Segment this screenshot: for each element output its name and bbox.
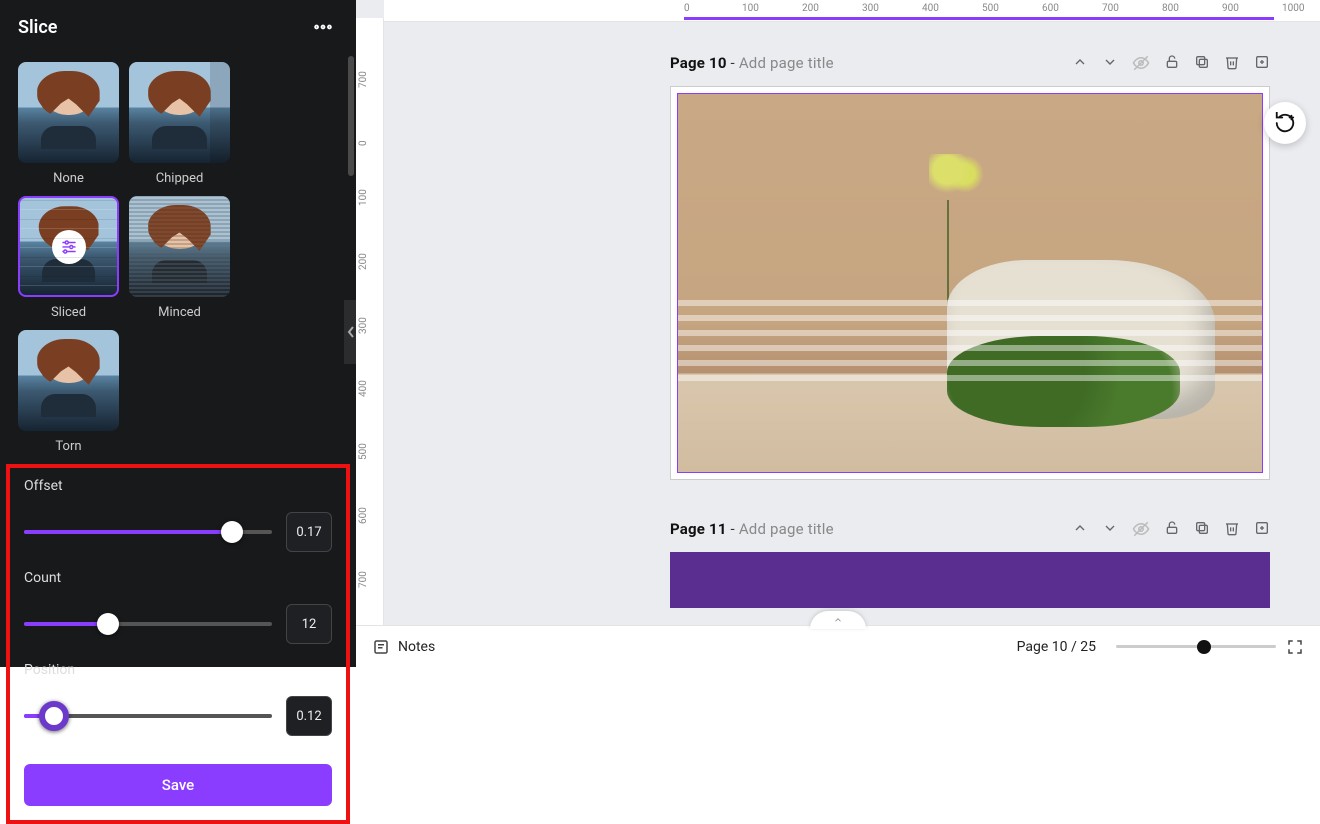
position-slider[interactable] bbox=[24, 714, 272, 718]
offset-value[interactable]: 0.17 bbox=[286, 512, 332, 552]
option-sliced[interactable]: Sliced bbox=[18, 196, 119, 320]
slider-controls: Offset 0.17 Count 12 Position bbox=[6, 464, 350, 824]
ruler-tick: 600 bbox=[358, 507, 369, 524]
canvas-area: 700 0 100 200 300 400 500 600 700 0 100 … bbox=[356, 0, 1320, 667]
option-label: Minced bbox=[158, 305, 201, 320]
zoom-control bbox=[1116, 638, 1304, 656]
lock-icon[interactable] bbox=[1164, 54, 1180, 72]
visibility-icon[interactable] bbox=[1132, 520, 1150, 538]
page-actions bbox=[1072, 54, 1270, 72]
position-control: Position 0.12 bbox=[24, 662, 332, 736]
notes-label: Notes bbox=[398, 639, 435, 655]
position-label: Position bbox=[24, 662, 332, 678]
move-down-icon[interactable] bbox=[1102, 520, 1118, 538]
ruler-tick: 1000 bbox=[1282, 3, 1304, 14]
lock-icon[interactable] bbox=[1164, 520, 1180, 538]
move-up-icon[interactable] bbox=[1072, 54, 1088, 72]
ruler-tick: 300 bbox=[862, 3, 879, 14]
page-title-input[interactable]: Add page title bbox=[739, 520, 834, 538]
move-down-icon[interactable] bbox=[1102, 54, 1118, 72]
canvas-image[interactable] bbox=[677, 93, 1263, 473]
notes-button[interactable]: Notes bbox=[372, 638, 435, 656]
option-label: Sliced bbox=[51, 305, 86, 320]
canvas-scroll[interactable]: Page 10 - Add page title bbox=[384, 22, 1320, 625]
visibility-icon[interactable] bbox=[1132, 54, 1150, 72]
ruler-tick: 0 bbox=[358, 140, 369, 146]
footer-bar: Notes Page 10 / 25 bbox=[356, 625, 1320, 667]
count-value[interactable]: 12 bbox=[286, 604, 332, 644]
offset-control: Offset 0.17 bbox=[24, 478, 332, 552]
ruler-tick: 700 bbox=[358, 571, 369, 588]
option-label: Torn bbox=[55, 439, 81, 454]
panel-title: Slice bbox=[18, 17, 57, 38]
ruler-tick: 800 bbox=[1162, 3, 1179, 14]
sidebar-scrollbar[interactable] bbox=[348, 56, 354, 176]
ruler-tick: 200 bbox=[358, 253, 369, 270]
ruler-tick: 100 bbox=[742, 3, 759, 14]
horizontal-ruler: 0 100 200 300 400 500 600 700 800 900 10… bbox=[384, 0, 1320, 22]
option-chipped[interactable]: Chipped bbox=[129, 62, 230, 186]
page-header: Page 10 - Add page title bbox=[670, 46, 1270, 80]
more-button[interactable] bbox=[308, 12, 338, 42]
settings-icon[interactable] bbox=[52, 230, 86, 264]
ruler-tick: 500 bbox=[982, 3, 999, 14]
add-page-icon[interactable] bbox=[1254, 520, 1270, 538]
vertical-ruler: 700 0 100 200 300 400 500 600 700 bbox=[356, 18, 384, 625]
save-button[interactable]: Save bbox=[24, 764, 332, 806]
page-header: Page 11 - Add page title bbox=[670, 512, 1270, 546]
sidebar-header: Slice bbox=[0, 0, 356, 54]
page-label: Page 10 - Add page title bbox=[670, 54, 834, 72]
delete-icon[interactable] bbox=[1224, 520, 1240, 538]
regenerate-button[interactable] bbox=[1264, 102, 1306, 144]
add-page-icon[interactable] bbox=[1254, 54, 1270, 72]
count-slider[interactable] bbox=[24, 622, 272, 626]
ruler-tick: 300 bbox=[358, 317, 369, 334]
option-minced[interactable]: Minced bbox=[129, 196, 230, 320]
duplicate-icon[interactable] bbox=[1194, 54, 1210, 72]
page-11[interactable] bbox=[670, 552, 1270, 608]
page-counter[interactable]: Page 10 / 25 bbox=[1017, 639, 1096, 655]
option-none[interactable]: None bbox=[18, 62, 119, 186]
page-title-input[interactable]: Add page title bbox=[739, 54, 834, 72]
ruler-tick: 500 bbox=[358, 443, 369, 460]
zoom-fit-icon[interactable] bbox=[1286, 638, 1304, 656]
ruler-tick: 400 bbox=[922, 3, 939, 14]
page-drawer-handle[interactable] bbox=[810, 611, 866, 629]
ruler-tick: 100 bbox=[358, 189, 369, 206]
option-label: Chipped bbox=[156, 171, 204, 186]
effect-sidebar: Slice None Chipped Sliced Minced bbox=[0, 0, 356, 667]
option-label: None bbox=[53, 171, 84, 186]
count-control: Count 12 bbox=[24, 570, 332, 644]
ruler-tick: 700 bbox=[358, 71, 369, 88]
offset-slider[interactable] bbox=[24, 530, 272, 534]
effect-options: None Chipped Sliced Minced Torn bbox=[0, 54, 356, 454]
zoom-slider[interactable] bbox=[1116, 645, 1276, 648]
ruler-tick: 400 bbox=[358, 380, 369, 397]
count-label: Count bbox=[24, 570, 332, 586]
ruler-tick: 900 bbox=[1222, 3, 1239, 14]
ruler-tick: 600 bbox=[1042, 3, 1059, 14]
page-actions bbox=[1072, 520, 1270, 538]
ruler-tick: 200 bbox=[802, 3, 819, 14]
page-label: Page 11 - Add page title bbox=[670, 520, 834, 538]
duplicate-icon[interactable] bbox=[1194, 520, 1210, 538]
position-value[interactable]: 0.12 bbox=[286, 696, 332, 736]
option-torn[interactable]: Torn bbox=[18, 330, 119, 454]
ruler-tick: 700 bbox=[1102, 3, 1119, 14]
delete-icon[interactable] bbox=[1224, 54, 1240, 72]
move-up-icon[interactable] bbox=[1072, 520, 1088, 538]
page-10[interactable] bbox=[670, 86, 1270, 480]
ruler-tick: 0 bbox=[684, 3, 690, 14]
offset-label: Offset bbox=[24, 478, 332, 494]
